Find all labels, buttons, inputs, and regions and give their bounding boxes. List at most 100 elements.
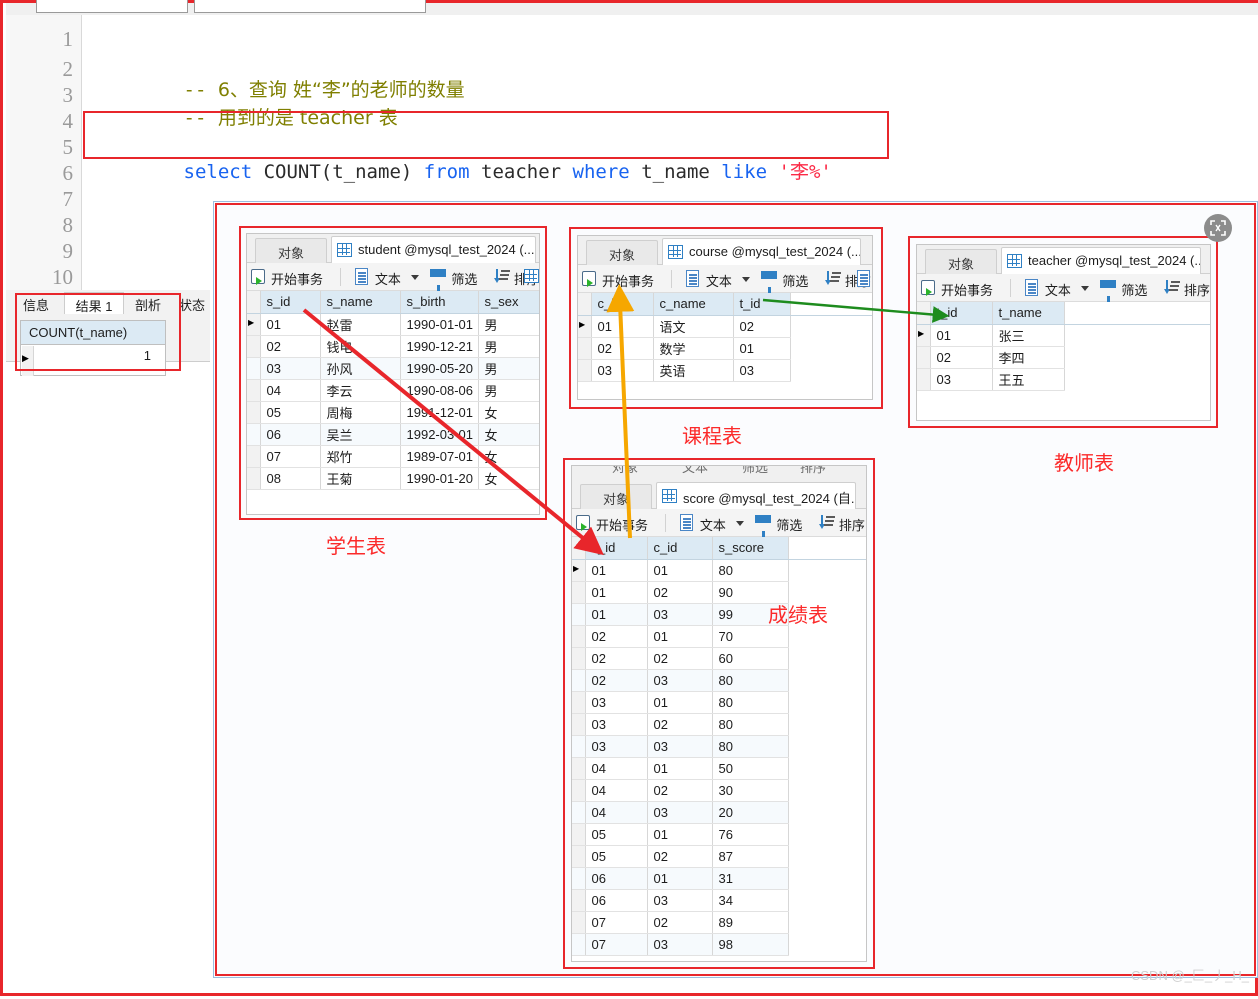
tab-objects[interactable]: 对象 [580,484,652,509]
tab-objects[interactable]: 对象 [586,240,658,265]
cell[interactable]: 04 [585,757,648,780]
column-header[interactable]: t_id [733,293,791,316]
filter-button[interactable]: 筛选 [758,265,816,294]
cell[interactable]: 87 [712,845,789,868]
cell[interactable]: 1990-05-20 [400,357,479,380]
start-transaction-button[interactable]: 开始事务 [578,265,662,293]
column-header[interactable]: s_score [712,537,789,560]
cell[interactable]: 男 [478,335,539,358]
cell[interactable]: 02 [647,647,713,670]
cell[interactable]: 02 [260,335,321,358]
cell[interactable]: 01 [585,559,648,582]
teacher-data-grid[interactable]: t_id t_name 01张三 02李四 03王五 [917,302,1210,391]
cell[interactable]: 02 [733,315,791,338]
cell[interactable]: 98 [712,933,789,956]
cell[interactable]: 50 [712,757,789,780]
cell[interactable]: 01 [647,559,713,582]
cell[interactable]: 80 [712,735,789,758]
column-header[interactable]: c_id [591,293,654,316]
cell[interactable]: 60 [712,647,789,670]
start-transaction-button[interactable]: 开始事务 [572,509,656,537]
cell[interactable]: 语文 [653,315,734,338]
column-header[interactable]: s_birth [400,291,479,314]
column-header[interactable]: s_name [320,291,401,314]
cell[interactable]: 06 [260,423,321,446]
cell[interactable]: 03 [647,933,713,956]
text-button[interactable]: 文本 [682,265,740,293]
cell[interactable]: 01 [647,691,713,714]
cell[interactable]: 赵雷 [320,313,401,336]
cell[interactable]: 03 [647,603,713,626]
cell[interactable]: 02 [585,647,648,670]
cell[interactable]: 女 [478,445,539,468]
cell[interactable]: 张三 [992,324,1065,347]
cell[interactable]: 周梅 [320,401,401,424]
cell[interactable]: 04 [585,779,648,802]
cell[interactable]: 01 [647,823,713,846]
cell[interactable]: 05 [260,401,321,424]
start-transaction-button[interactable]: 开始事务 [917,274,1001,302]
cell[interactable]: 02 [930,346,993,369]
tab-teacher-table[interactable]: teacher @mysql_test_2024 (... [1001,247,1201,274]
cell[interactable]: 李云 [320,379,401,402]
cell[interactable]: 07 [260,445,321,468]
cell[interactable]: 07 [585,933,648,956]
cell[interactable]: 76 [712,823,789,846]
sort-button[interactable]: 排序 [1160,274,1210,302]
cell[interactable]: 1990-01-01 [400,313,479,336]
cell[interactable]: 英语 [653,359,734,382]
cell[interactable]: 31 [712,867,789,890]
tab-objects[interactable]: 对象 [255,238,327,263]
cell[interactable]: 03 [591,359,654,382]
cell[interactable]: 03 [585,735,648,758]
editor-tab-1[interactable] [36,0,188,13]
cell[interactable]: 1991-12-01 [400,401,479,424]
cell[interactable]: 1990-01-20 [400,467,479,490]
cell[interactable]: 数学 [653,337,734,360]
student-data-grid[interactable]: s_id s_name s_birth s_sex 01赵雷1990-01-01… [247,291,539,490]
cell[interactable]: 女 [478,423,539,446]
cell[interactable]: 01 [647,625,713,648]
tab-objects[interactable]: 对象 [925,249,997,274]
more-toolbar-buttons[interactable] [521,263,539,291]
cell[interactable]: 80 [712,559,789,582]
text-button[interactable]: 文本 [1021,274,1079,302]
column-header[interactable]: s_sex [478,291,539,314]
filter-button[interactable]: 筛选 [1097,274,1155,303]
cell[interactable]: 01 [647,757,713,780]
cell[interactable]: 03 [647,735,713,758]
cell[interactable]: 02 [647,779,713,802]
cell[interactable]: 34 [712,889,789,912]
tab-course-table[interactable]: course @mysql_test_2024 (... [662,238,861,265]
cell[interactable]: 04 [585,801,648,824]
cell[interactable]: 04 [260,379,321,402]
text-button[interactable]: 文本 [676,509,734,537]
cell[interactable]: 05 [585,845,648,868]
cell[interactable]: 李四 [992,346,1065,369]
column-header[interactable]: t_name [992,302,1065,325]
cell[interactable]: 01 [647,867,713,890]
cell[interactable]: 02 [591,337,654,360]
cell[interactable]: 89 [712,911,789,934]
cell[interactable]: 02 [585,625,648,648]
cell[interactable]: 08 [260,467,321,490]
cell[interactable]: 03 [733,359,791,382]
cell[interactable]: 郑竹 [320,445,401,468]
cell[interactable]: 吴兰 [320,423,401,446]
cell[interactable]: 01 [591,315,654,338]
column-header[interactable]: s_id [260,291,321,314]
cell[interactable]: 男 [478,379,539,402]
filter-button[interactable]: 筛选 [427,263,485,292]
cell[interactable]: 03 [585,713,648,736]
cell[interactable]: 男 [478,313,539,336]
editor-tab-2[interactable] [194,0,426,13]
cell[interactable]: 02 [647,713,713,736]
cell[interactable]: 女 [478,401,539,424]
column-header[interactable]: c_name [653,293,734,316]
cell[interactable]: 20 [712,801,789,824]
chevron-down-icon[interactable] [735,521,744,526]
cell[interactable]: 王五 [992,368,1065,391]
cell[interactable]: 1989-07-01 [400,445,479,468]
cell[interactable]: 01 [733,337,791,360]
cell[interactable]: 02 [585,669,648,692]
